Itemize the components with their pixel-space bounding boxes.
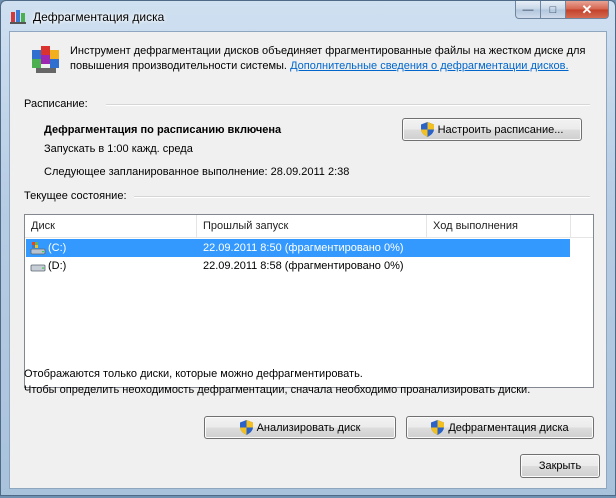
- disk-row-c-last-run: 22.09.2011 8:50 (фрагментировано 0%): [203, 242, 404, 254]
- maximize-button[interactable]: □: [541, 1, 566, 19]
- disk-row-c[interactable]: (C:) 22.09.2011 8:50 (фрагментировано 0%…: [26, 239, 570, 257]
- close-window-button[interactable]: ✕: [566, 1, 609, 19]
- disk-row-d-name: (D:): [48, 260, 67, 272]
- disk-row-d-last-run: 22.09.2011 8:58 (фрагментировано 0%): [203, 260, 404, 272]
- minimize-icon: —: [522, 3, 534, 16]
- schedule-run-at: Запускать в 1:00 кажд. среда: [44, 143, 193, 155]
- next-scheduled-run: Следующее запланированное выполнение: 28…: [44, 166, 350, 178]
- close-button[interactable]: Закрыть: [520, 454, 600, 478]
- uac-shield-icon: [239, 420, 253, 435]
- defrag-logo-icon: [32, 46, 59, 73]
- system-drive-icon: [30, 242, 46, 255]
- hard-drive-icon: [30, 264, 46, 272]
- column-header-last-run[interactable]: Прошлый запуск: [197, 215, 427, 237]
- dialog-body: Инструмент дефрагментации дисков объедин…: [9, 31, 607, 489]
- configure-schedule-label: Настроить расписание...: [437, 123, 564, 136]
- note-only-defraggable: Отображаются только диски, которые можно…: [24, 368, 363, 380]
- schedule-status: Дефрагментация по расписанию включена: [44, 124, 282, 136]
- schedule-group-label: Расписание:: [24, 98, 88, 110]
- close-icon: ✕: [581, 1, 593, 17]
- close-button-label: Закрыть: [538, 460, 582, 472]
- defrag-window: Дефрагментация диска — □ ✕ Инструмент де…: [0, 0, 616, 496]
- defragment-disk-label: Дефрагментация диска: [448, 421, 569, 434]
- window-title: Дефрагментация диска: [33, 10, 165, 24]
- more-info-link[interactable]: Дополнительные сведения о дефрагментации…: [290, 60, 568, 72]
- current-status-group-label: Текущее состояние:: [24, 190, 127, 202]
- defrag-app-icon: [10, 10, 26, 24]
- disk-row-c-name: (C:): [48, 242, 67, 254]
- intro-text: Инструмент дефрагментации дисков объедин…: [70, 44, 590, 74]
- caption-buttons: — □ ✕: [515, 1, 609, 20]
- uac-shield-icon: [431, 420, 445, 435]
- defragment-disk-button[interactable]: Дефрагментация диска: [406, 416, 594, 439]
- configure-schedule-button[interactable]: Настроить расписание...: [402, 118, 582, 141]
- uac-shield-icon: [420, 122, 434, 137]
- disk-row-d[interactable]: (D:) 22.09.2011 8:58 (фрагментировано 0%…: [26, 257, 570, 275]
- disk-list[interactable]: Диск Прошлый запуск Ход выполнения (C:) …: [24, 214, 594, 388]
- column-header-progress[interactable]: Ход выполнения: [427, 215, 571, 237]
- note-analyze-first: Чтобы определить неоходимость дефрагмент…: [24, 384, 531, 396]
- maximize-icon: □: [549, 3, 557, 16]
- analyze-disk-label: Анализировать диск: [256, 421, 361, 434]
- current-status-group-divider: [134, 196, 590, 198]
- disk-list-header: Диск Прошлый запуск Ход выполнения: [25, 215, 593, 238]
- schedule-group-divider: [106, 104, 590, 106]
- column-header-disk[interactable]: Диск: [25, 215, 197, 237]
- minimize-button[interactable]: —: [515, 1, 541, 19]
- analyze-disk-button[interactable]: Анализировать диск: [204, 416, 396, 439]
- title-bar[interactable]: Дефрагментация диска — □ ✕: [1, 1, 615, 31]
